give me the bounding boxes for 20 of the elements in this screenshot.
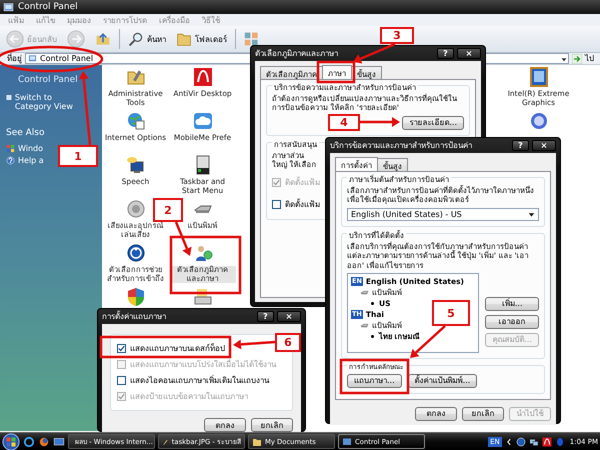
- window-title: Control Panel: [18, 2, 78, 12]
- callout-number: 2: [153, 198, 183, 222]
- checkbox-label: แสดงแถบภาษาแบบโปร่งใสเมื่อไม่ได้ใช้งาน: [130, 358, 276, 371]
- checkbox-label: แสดงไอคอนแถบภาษาเพิ่มเติมในแถบงาน: [130, 374, 269, 387]
- dialog-title: การตั้งค่าแถบภาษา: [102, 310, 166, 323]
- callout-number: 4: [328, 114, 360, 131]
- checkbox-label: ติดตั้งแฟ้ม: [285, 198, 320, 210]
- checkbox-label: แสดงแถบภาษาบนเดสก์ท็อป: [130, 342, 225, 355]
- see-also-heading: See Also: [6, 128, 46, 138]
- address-text: Control Panel: [40, 54, 94, 63]
- sidebar-title: Control Panel: [17, 75, 79, 85]
- address-label: ที่อยู่: [7, 52, 22, 65]
- dialog-title: บริการข้อความและภาษาสำหรับการป้อนค่า: [330, 140, 472, 152]
- checkbox-label: ติดตั้งแฟ้ม: [285, 176, 320, 188]
- callout-number: 5: [432, 300, 470, 326]
- callout-number: 3: [380, 27, 414, 44]
- callout-number: 1: [58, 145, 98, 167]
- checkbox-label: แสดงป้ายแบบข้อความในแถบภาษา: [130, 390, 248, 403]
- dialog-title: ตัวเลือกภูมิภาคและภาษา: [255, 48, 338, 60]
- callout-number: 6: [275, 333, 301, 352]
